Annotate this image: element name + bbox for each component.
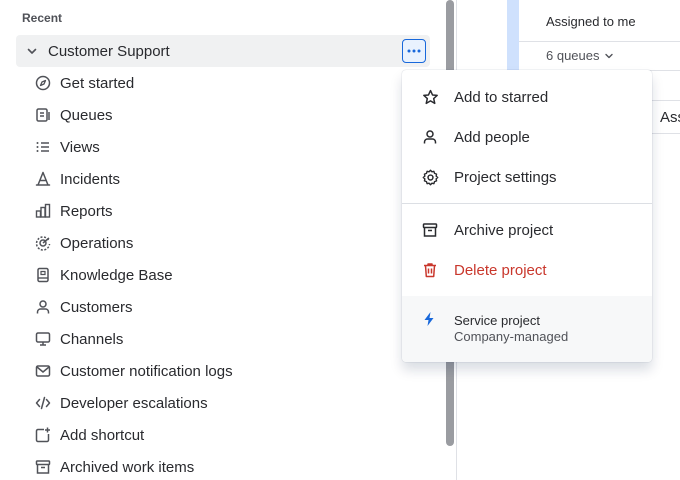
sidebar-item-get-started[interactable]: Get started	[34, 67, 134, 99]
sidebar-item-label: Customers	[60, 298, 133, 316]
mail-icon	[34, 362, 52, 380]
sidebar-item-label: Developer escalations	[60, 394, 208, 412]
project-name: Customer Support	[48, 42, 170, 60]
sidebar-item-label: Queues	[60, 106, 113, 124]
menu-item-delete-project[interactable]: Delete project	[402, 250, 652, 290]
menu-item-label: Archive project	[454, 221, 554, 239]
star-icon	[421, 88, 439, 106]
archive-icon	[421, 221, 439, 239]
menu-item-project-settings[interactable]: Project settings	[402, 157, 652, 197]
person-icon	[34, 298, 52, 316]
add-shortcut-icon	[34, 426, 52, 444]
menu-item-label: Add people	[454, 128, 530, 146]
divider	[652, 133, 680, 134]
menu-divider	[402, 203, 652, 204]
queues-toggle[interactable]: 6 queues	[546, 48, 614, 63]
sidebar-item-label: Operations	[60, 234, 134, 252]
sidebar-item-views[interactable]: Views	[34, 131, 100, 163]
sidebar-item-add-shortcut[interactable]: Add shortcut	[34, 419, 144, 451]
sidebar-item-customer-notification-logs[interactable]: Customer notification logs	[34, 355, 233, 387]
chevron-down-icon	[604, 53, 613, 58]
operations-icon	[34, 234, 52, 252]
project-type-info: Service project Company-managed	[402, 296, 652, 362]
sidebar-item-label: Archived work items	[60, 458, 195, 476]
sidebar-item-label: Reports	[60, 202, 113, 220]
sidebar-item-knowledge-base[interactable]: Knowledge Base	[34, 259, 173, 291]
sidebar-item-operations[interactable]: Operations	[34, 227, 133, 259]
lightning-icon	[421, 311, 439, 329]
sidebar-item-incidents[interactable]: Incidents	[34, 163, 120, 195]
sidebar-item-archived-work-items[interactable]: Archived work items	[34, 451, 194, 480]
sidebar-item-reports[interactable]: Reports	[34, 195, 113, 227]
compass-icon	[34, 74, 52, 92]
project-management-type: Company-managed	[454, 329, 569, 344]
trash-icon	[421, 261, 439, 279]
menu-item-add-people[interactable]: Add people	[402, 117, 652, 157]
sidebar-item-developer-escalations[interactable]: Developer escalations	[34, 387, 208, 419]
menu-item-archive-project[interactable]: Archive project	[402, 210, 652, 250]
more-actions-button[interactable]	[402, 39, 426, 63]
sidebar-item-label: Views	[60, 138, 100, 156]
chart-icon	[34, 202, 52, 220]
sidebar-item-label: Channels	[60, 330, 124, 348]
incident-icon	[34, 170, 52, 188]
person-icon	[421, 128, 439, 146]
sidebar-item-label: Customer notification logs	[60, 362, 233, 380]
menu-item-label: Delete project	[454, 261, 547, 279]
queue-icon	[34, 106, 52, 124]
book-icon	[34, 266, 52, 284]
queue-assigned-to-me[interactable]: Assigned to me	[546, 14, 636, 29]
sidebar-item-label: Add shortcut	[60, 426, 145, 444]
list-icon	[34, 138, 52, 156]
selected-indicator	[507, 0, 519, 72]
menu-item-label: Project settings	[454, 168, 557, 186]
archive-icon	[34, 458, 52, 476]
sidebar: Recent Customer Support Get started Queu…	[0, 0, 444, 480]
sidebar-item-label: Knowledge Base	[60, 266, 173, 284]
queues-count-label: 6 queues	[546, 48, 600, 63]
code-icon	[34, 394, 52, 412]
divider	[519, 41, 680, 42]
project-type: Service project	[454, 313, 540, 328]
sidebar-item-label: Incidents	[60, 170, 121, 188]
menu-item-label: Add to starred	[454, 88, 549, 106]
menu-item-add-to-starred[interactable]: Add to starred	[402, 77, 652, 117]
sidebar-item-label: Get started	[60, 74, 135, 92]
monitor-icon	[34, 330, 52, 348]
section-title-recent: Recent	[22, 11, 63, 25]
project-actions-menu: Add to starred Add people Project settin…	[402, 70, 652, 362]
column-header-assignee: Ass	[660, 109, 680, 126]
sidebar-item-channels[interactable]: Channels	[34, 323, 123, 355]
sidebar-item-customers[interactable]: Customers	[34, 291, 133, 323]
sidebar-item-queues[interactable]: Queues	[34, 99, 113, 131]
chevron-down-icon[interactable]	[24, 43, 40, 59]
divider	[652, 100, 680, 101]
project-row-customer-support[interactable]: Customer Support	[16, 35, 430, 67]
more-icon	[407, 49, 421, 53]
gear-icon	[421, 168, 439, 186]
